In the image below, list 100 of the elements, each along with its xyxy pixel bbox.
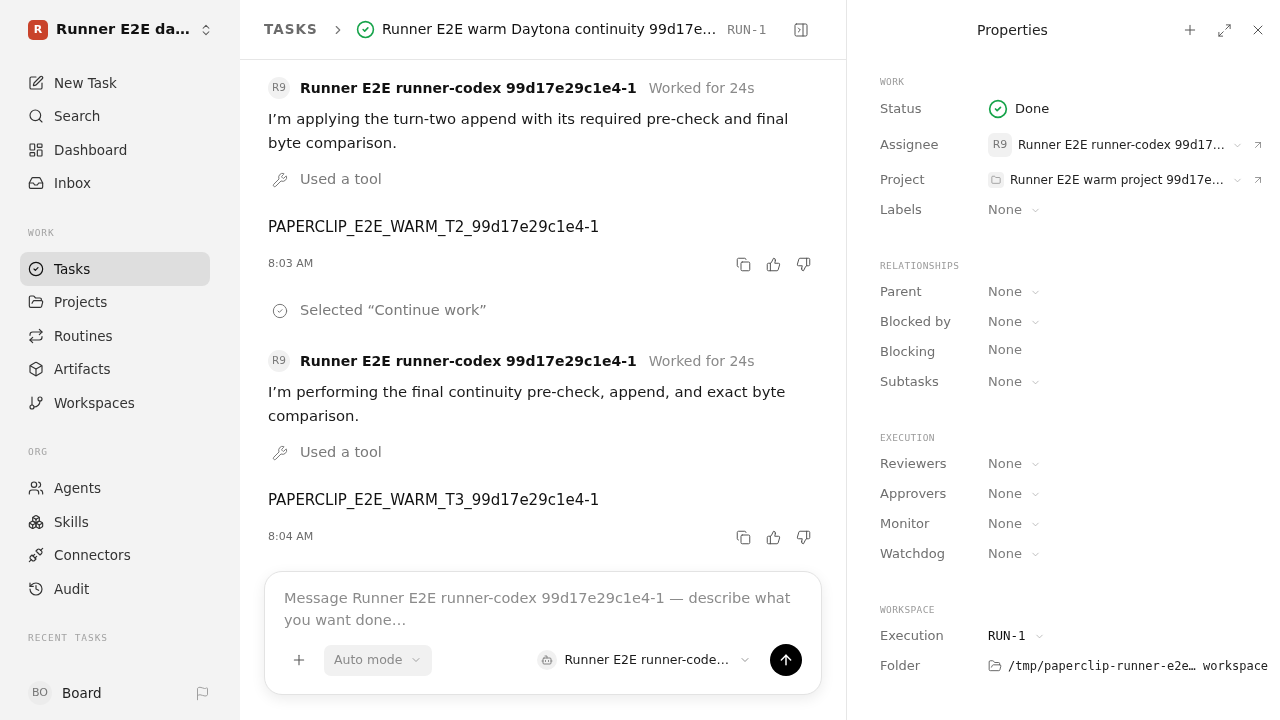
agent-avatar: R9 <box>268 77 290 99</box>
message-text: I’m performing the final continuity pre-check, append, and exact byte comparison. <box>268 382 787 426</box>
plus-icon <box>1182 22 1198 38</box>
section-heading: RELATIONSHIPS <box>880 258 960 273</box>
property-label: Watchdog <box>880 545 945 564</box>
section-heading: EXECUTION <box>880 430 935 445</box>
wrench-icon <box>272 445 288 461</box>
property-select[interactable]: None <box>988 514 1041 534</box>
folder-icon <box>28 294 44 311</box>
sidebar-item[interactable]: Skills <box>20 505 210 539</box>
property-label: Blocked by <box>880 313 952 332</box>
robot-icon <box>537 650 558 670</box>
message-composer[interactable]: Message Runner E2E runner-codex 99d17e29c1e4-1 — describe what you want done… Auto mode Runner E2E runner-code… <box>264 571 822 695</box>
tool-call-toggle[interactable]: Used a tool <box>268 168 382 192</box>
agent-avatar: R9 <box>268 350 290 372</box>
sidebar-item[interactable]: Audit <box>20 572 210 606</box>
message-input[interactable]: Message Runner E2E runner-codex 99d17e29c1e4-1 — describe what you want done… <box>284 587 799 631</box>
cube-icon <box>28 361 44 378</box>
sidebar-item[interactable]: Workspaces <box>20 386 210 420</box>
sidebar-item[interactable]: Tasks <box>20 252 210 286</box>
send-button[interactable] <box>770 644 802 676</box>
sidebar-item[interactable]: Dashboard <box>20 133 210 167</box>
grid-icon <box>28 141 44 158</box>
property-label: Project <box>880 171 925 190</box>
thumbs-up-icon <box>765 256 781 272</box>
arrow-up-right-icon <box>1252 174 1264 186</box>
wrench-icon <box>272 172 288 188</box>
assignee-select[interactable]: R9 Runner E2E runner-codex 99d17… <box>988 133 1243 157</box>
property-select[interactable]: None <box>988 454 1041 474</box>
open-link[interactable] <box>1252 174 1264 186</box>
sidebar-item[interactable]: Connectors <box>20 538 210 572</box>
branch-icon <box>28 394 44 411</box>
user-name[interactable]: Board <box>62 682 102 704</box>
property-select[interactable]: None <box>988 544 1041 564</box>
cubes-icon <box>28 513 44 530</box>
sidebar-section-label: RECENT TASKS <box>28 631 109 646</box>
work-duration: Worked for 24s <box>648 351 755 371</box>
property-value: None <box>988 341 1022 360</box>
panel-title: Properties <box>977 20 1048 40</box>
property-select[interactable]: None <box>988 312 1041 332</box>
agent-select[interactable]: Runner E2E runner-code… <box>537 650 751 670</box>
breadcrumb-link[interactable]: TASKS <box>264 19 318 40</box>
expand-icon <box>1216 22 1232 38</box>
property-label: Monitor <box>880 515 930 534</box>
property-label: Parent <box>880 283 922 302</box>
copy-icon <box>735 529 751 545</box>
search-icon <box>28 108 44 125</box>
run-select[interactable]: RUN-1 <box>988 626 1045 646</box>
sidebar-item[interactable]: Artifacts <box>20 352 210 386</box>
pencil-square-icon <box>28 74 44 91</box>
property-label: Folder <box>880 657 921 676</box>
property-select[interactable]: None <box>988 282 1041 302</box>
user-avatar: BO <box>28 681 52 705</box>
sidebar-item[interactable]: New Task <box>20 66 210 100</box>
workspace-logo: R <box>28 20 48 40</box>
thumbs-down-icon <box>795 256 811 272</box>
repeat-icon <box>28 327 44 344</box>
history-icon <box>28 580 44 597</box>
copy-icon <box>735 256 751 272</box>
property-label: Execution <box>880 627 944 646</box>
message-time: 8:03 AM <box>268 255 314 272</box>
check-circle-icon <box>28 260 44 277</box>
sidebar-item[interactable]: Inbox <box>20 166 210 200</box>
event-text: Selected “Continue work” <box>300 301 487 321</box>
people-icon <box>28 480 44 497</box>
flag-icon <box>194 685 210 701</box>
project-select[interactable]: Runner E2E warm project 99d17e… <box>988 171 1243 189</box>
property-select[interactable]: None <box>988 372 1041 392</box>
sidebar-item[interactable]: Routines <box>20 319 210 353</box>
author-name: Runner E2E runner-codex 99d17e29c1e4-1 <box>300 78 637 98</box>
thumbs-down-icon <box>795 529 811 545</box>
sidebar-section-label: ORG <box>28 445 48 460</box>
status-select[interactable]: Done <box>988 99 1050 119</box>
tool-output: PAPERCLIP_E2E_WARM_T3_99d17e29c1e4-1 <box>268 490 601 511</box>
plug-icon <box>28 547 44 564</box>
property-label: Approvers <box>880 485 947 504</box>
task-title: Runner E2E warm Daytona continuity 99d17e… <box>381 20 717 39</box>
section-heading: WORKSPACE <box>880 602 935 617</box>
property-select[interactable]: None <box>988 200 1041 220</box>
author-name: Runner E2E runner-codex 99d17e29c1e4-1 <box>300 351 637 371</box>
check-circle-icon <box>272 303 288 319</box>
property-select[interactable]: None <box>988 484 1041 504</box>
sidebar-item[interactable]: Agents <box>20 471 210 505</box>
property-label: Status <box>880 100 922 119</box>
inbox-icon <box>28 175 44 192</box>
tool-call-toggle[interactable]: Used a tool <box>268 441 382 465</box>
sidebar-item[interactable]: Projects <box>20 285 210 319</box>
agent-avatar: R9 <box>988 133 1012 157</box>
work-duration: Worked for 24s <box>648 78 755 98</box>
workspace-name: Runner E2E da… <box>56 20 190 40</box>
open-link[interactable] <box>1252 139 1264 151</box>
tool-output: PAPERCLIP_E2E_WARM_T2_99d17e29c1e4-1 <box>268 217 601 238</box>
thumbs-up-icon <box>765 529 781 545</box>
sidebar-item[interactable]: Search <box>20 99 210 133</box>
property-label: Subtasks <box>880 373 939 392</box>
folder-icon <box>988 172 1004 188</box>
arrow-up-right-icon <box>1252 139 1264 151</box>
folder-icon <box>988 659 1002 673</box>
folder-path: /tmp/paperclip-runner-e2e… workspace <box>1008 658 1269 675</box>
property-label: Assignee <box>880 136 939 155</box>
